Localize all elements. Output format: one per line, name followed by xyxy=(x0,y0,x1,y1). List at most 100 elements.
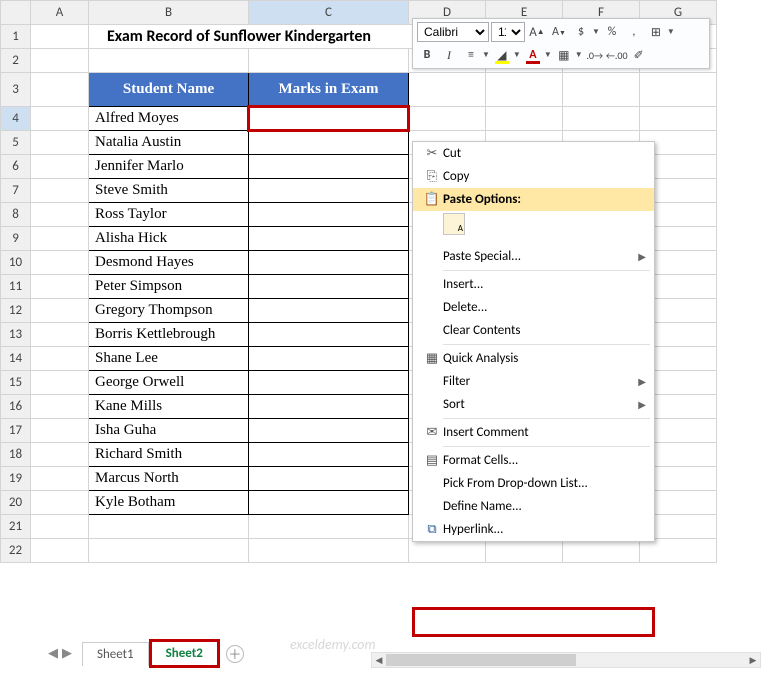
menu-insert-comment[interactable]: ✉Insert Comment xyxy=(413,421,654,444)
menu-format-cells[interactable]: ▤Format Cells... xyxy=(413,449,654,472)
row-header-13[interactable]: 13 xyxy=(1,323,31,347)
row-header-21[interactable]: 21 xyxy=(1,515,31,539)
watermark: exceldemy.com xyxy=(290,636,376,653)
menu-copy[interactable]: ⎘Copy xyxy=(413,165,654,188)
row-header-12[interactable]: 12 xyxy=(1,299,31,323)
italic-button[interactable]: I xyxy=(439,45,459,65)
cell-B13[interactable]: Borris Kettlebrough xyxy=(89,323,249,347)
tab-prev-icon[interactable]: ◀ xyxy=(48,646,58,661)
cell-B12[interactable]: Gregory Thompson xyxy=(89,299,249,323)
cell-B18[interactable]: Richard Smith xyxy=(89,443,249,467)
menu-hyperlink[interactable]: ⧉Hyperlink... xyxy=(413,518,654,541)
row-header-11[interactable]: 11 xyxy=(1,275,31,299)
row-header-14[interactable]: 14 xyxy=(1,347,31,371)
row-header-2[interactable]: 2 xyxy=(1,49,31,73)
col-header-C[interactable]: C xyxy=(249,1,409,25)
row-header-18[interactable]: 18 xyxy=(1,443,31,467)
add-sheet-button[interactable]: ＋ xyxy=(226,645,244,663)
row-header-1[interactable]: 1 xyxy=(1,25,31,49)
scroll-left-button[interactable]: ◀ xyxy=(372,653,386,667)
row-header-5[interactable]: 5 xyxy=(1,131,31,155)
scroll-right-button[interactable]: ▶ xyxy=(746,653,760,667)
cell-B17[interactable]: Isha Guha xyxy=(89,419,249,443)
cell-B15[interactable]: George Orwell xyxy=(89,371,249,395)
tab-next-icon[interactable]: ▶ xyxy=(62,646,72,661)
sheet-tab-2[interactable]: Sheet2 xyxy=(149,639,220,668)
row-header-6[interactable]: 6 xyxy=(1,155,31,179)
cell-B6[interactable]: Jennifer Marlo xyxy=(89,155,249,179)
decrease-decimal-button[interactable]: ←.00 xyxy=(607,45,627,65)
currency-button[interactable]: $▼ xyxy=(571,22,600,42)
select-all-corner[interactable] xyxy=(1,1,31,25)
painter-icon: ✐ xyxy=(634,48,644,63)
cell-B9[interactable]: Alisha Hick xyxy=(89,227,249,251)
row-header-9[interactable]: 9 xyxy=(1,227,31,251)
table-header-marks[interactable]: Marks in Exam xyxy=(249,73,409,107)
row-header-8[interactable]: 8 xyxy=(1,203,31,227)
chevron-right-icon: ▶ xyxy=(638,398,646,411)
menu-pick-from-list[interactable]: Pick From Drop-down List... xyxy=(413,472,654,495)
borders-button[interactable]: ▦▼ xyxy=(554,45,583,65)
tab-nav[interactable]: ◀▶ xyxy=(48,646,82,661)
menu-cut[interactable]: ✂Cut xyxy=(413,142,654,165)
cell-B16[interactable]: Kane Mills xyxy=(89,395,249,419)
chevron-right-icon: ▶ xyxy=(638,375,646,388)
cell-B8[interactable]: Ross Taylor xyxy=(89,203,249,227)
cell-B20[interactable]: Kyle Botham xyxy=(89,491,249,515)
cell-B19[interactable]: Marcus North xyxy=(89,467,249,491)
font-color-button[interactable]: A▼ xyxy=(523,45,552,65)
row-header-22[interactable]: 22 xyxy=(1,539,31,563)
cell-B5[interactable]: Natalia Austin xyxy=(89,131,249,155)
menu-paste-options[interactable]: 📋Paste Options: xyxy=(413,188,654,211)
row-header-7[interactable]: 7 xyxy=(1,179,31,203)
col-header-A[interactable]: A xyxy=(31,1,89,25)
bold-button[interactable]: B xyxy=(417,45,437,65)
merge-button[interactable]: ⊞▼ xyxy=(646,22,675,42)
shrink-font-button[interactable]: A▼ xyxy=(549,22,569,42)
row-header-20[interactable]: 20 xyxy=(1,491,31,515)
comment-icon: ✉ xyxy=(421,425,443,440)
comma-button[interactable]: , xyxy=(624,22,644,42)
cell-B10[interactable]: Desmond Hayes xyxy=(89,251,249,275)
menu-filter[interactable]: Filter▶ xyxy=(413,370,654,393)
row-header-17[interactable]: 17 xyxy=(1,419,31,443)
fill-color-button[interactable]: ◢▼ xyxy=(492,45,521,65)
table-header-student[interactable]: Student Name xyxy=(89,73,249,107)
cell-B14[interactable]: Shane Lee xyxy=(89,347,249,371)
scissors-icon: ✂ xyxy=(421,146,443,161)
menu-paste-special[interactable]: Paste Special...▶ xyxy=(413,245,654,268)
scroll-thumb[interactable] xyxy=(386,654,576,666)
font-name-select[interactable]: Calibri xyxy=(417,22,489,42)
menu-sort[interactable]: Sort▶ xyxy=(413,393,654,416)
menu-quick-analysis[interactable]: ▦Quick Analysis xyxy=(413,347,654,370)
row-header-19[interactable]: 19 xyxy=(1,467,31,491)
cell-B7[interactable]: Steve Smith xyxy=(89,179,249,203)
row-header-3[interactable]: 3 xyxy=(1,73,31,107)
hyperlink-icon: ⧉ xyxy=(421,522,443,537)
menu-define-name[interactable]: Define Name... xyxy=(413,495,654,518)
col-header-B[interactable]: B xyxy=(89,1,249,25)
row-header-15[interactable]: 15 xyxy=(1,371,31,395)
percent-button[interactable]: % xyxy=(602,22,622,42)
cell-A1[interactable] xyxy=(31,25,89,49)
increase-decimal-button[interactable]: .0→ xyxy=(585,45,605,65)
horizontal-scrollbar[interactable]: ◀ ▶ xyxy=(371,652,761,668)
cell-B11[interactable]: Peter Simpson xyxy=(89,275,249,299)
row-header-4[interactable]: 4 xyxy=(1,107,31,131)
row-header-16[interactable]: 16 xyxy=(1,395,31,419)
paste-default-icon[interactable]: A xyxy=(443,213,465,235)
menu-delete[interactable]: Delete... xyxy=(413,296,654,319)
sheet-tab-1[interactable]: Sheet1 xyxy=(82,642,149,666)
font-size-select[interactable]: 11 xyxy=(491,22,525,42)
mini-toolbar: Calibri 11 A▲ A▼ $▼ % , ⊞▼ B I ≡▼ ◢▼ A▼ … xyxy=(412,18,710,69)
cell-C4-selected[interactable] xyxy=(249,107,409,131)
copy-icon: ⎘ xyxy=(421,169,443,184)
format-painter-button[interactable]: ✐ xyxy=(629,45,649,65)
menu-insert[interactable]: Insert... xyxy=(413,273,654,296)
grow-font-button[interactable]: A▲ xyxy=(527,22,547,42)
align-button[interactable]: ≡▼ xyxy=(461,45,490,65)
quick-analysis-icon: ▦ xyxy=(421,351,443,366)
cell-B4[interactable]: Alfred Moyes xyxy=(89,107,249,131)
row-header-10[interactable]: 10 xyxy=(1,251,31,275)
menu-clear-contents[interactable]: Clear Contents xyxy=(413,319,654,342)
